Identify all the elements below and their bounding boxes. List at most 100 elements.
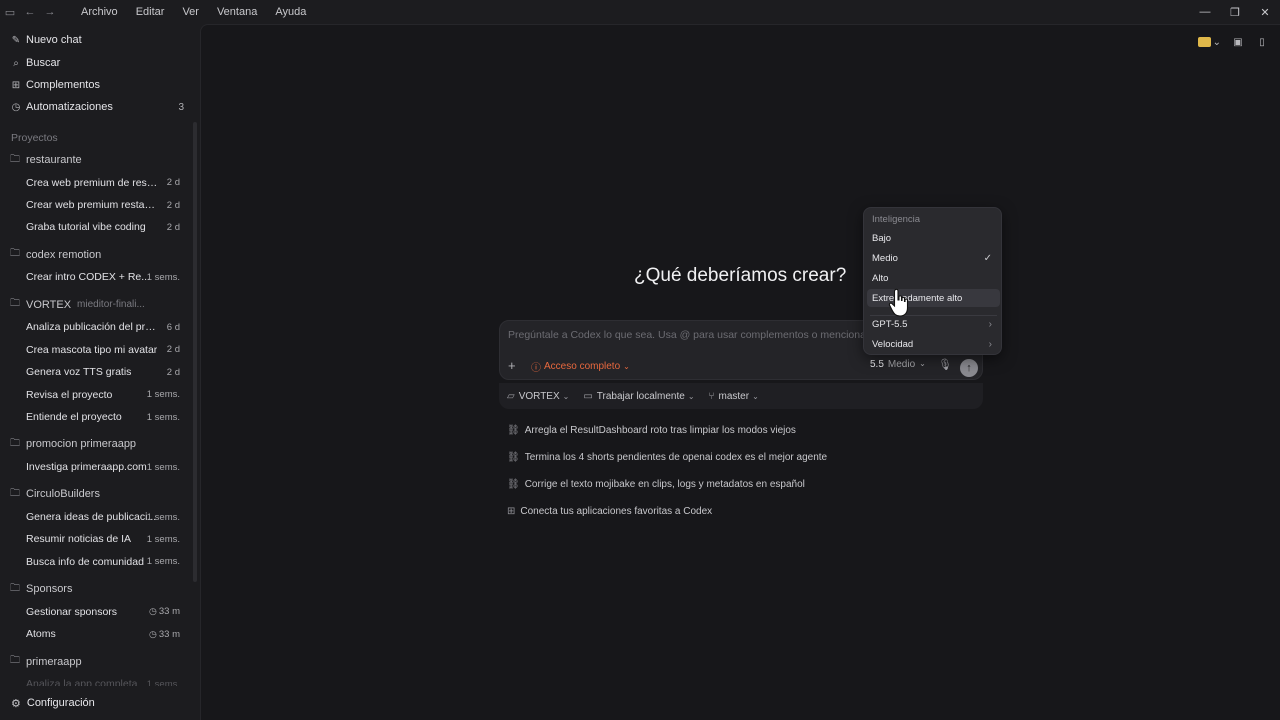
folder-icon: 🗀︎ bbox=[10, 655, 20, 667]
thread-age-text: 2 d bbox=[166, 199, 180, 211]
model-level: Medio bbox=[887, 359, 916, 370]
thread-age: 1 sems. bbox=[147, 272, 180, 283]
suggestion-item[interactable]: ⛓ Corrige el texto mojibake en clips, lo… bbox=[507, 479, 805, 490]
close-icon[interactable]: ✕ bbox=[1250, 0, 1280, 24]
access-mode-label: Acceso completo bbox=[544, 361, 621, 372]
title-bar: ▭ ← → Archivo Editar Ver Ventana Ayuda —… bbox=[0, 0, 1280, 24]
thread-age-text: 1 sems. bbox=[146, 271, 180, 283]
thread-item[interactable]: Crear web premium restaura... 2 d bbox=[0, 194, 192, 216]
back-arrow-icon[interactable]: ← bbox=[20, 0, 40, 24]
branch-selector[interactable]: ⑂ master ⌄ bbox=[709, 391, 759, 402]
thread-age-text: 1 sems. bbox=[146, 461, 180, 473]
project-folder[interactable]: 🗀︎ Sponsors bbox=[0, 578, 192, 600]
menu-editar[interactable]: Editar bbox=[127, 0, 174, 24]
thread-age: ◷ 33 m bbox=[149, 606, 180, 617]
sidebar-item-plugins[interactable]: ⊞ Complementos bbox=[0, 74, 192, 96]
suggestion-item[interactable]: ⛓ Arregla el ResultDashboard roto tras l… bbox=[507, 425, 796, 436]
chevron-down-icon: ⌄ bbox=[687, 391, 695, 401]
thread-item[interactable]: Busca info de comunidad 1 sems. bbox=[0, 551, 192, 573]
thread-item[interactable]: Genera ideas de publicaci... 1 sems. bbox=[0, 506, 192, 528]
thread-item[interactable]: Gestionar sponsors ◷ 33 m bbox=[0, 601, 192, 623]
dropdown-item-label: GPT-5.5 bbox=[872, 318, 908, 330]
project-folder[interactable]: 🗀︎ promocion primeraapp bbox=[0, 433, 192, 455]
sidebar-item-label: Automatizaciones bbox=[26, 101, 113, 113]
context-bar: ▱ VORTEX ⌄ ▭ Trabajar localmente ⌄ ⑂ mas… bbox=[499, 383, 983, 409]
thread-item[interactable]: Analiza publicación del proy... 6 d bbox=[0, 316, 192, 338]
dropdown-item-bajo[interactable]: Bajo bbox=[867, 229, 1000, 247]
thread-title: Genera voz TTS gratis bbox=[26, 366, 132, 379]
thread-item[interactable]: Resumir noticias de IA 1 sems. bbox=[0, 528, 192, 550]
sidebar-toggle-icon[interactable]: ▭ bbox=[0, 0, 20, 24]
sidebar-item-automations[interactable]: ◷ Automatizaciones 3 bbox=[0, 96, 192, 118]
menu-archivo[interactable]: Archivo bbox=[72, 0, 127, 24]
sidebar-item-label: Complementos bbox=[26, 79, 100, 91]
work-mode-selector[interactable]: ▭ Trabajar localmente ⌄ bbox=[583, 391, 694, 402]
thread-title: Graba tutorial vibe coding bbox=[26, 221, 146, 234]
menu-ayuda[interactable]: Ayuda bbox=[266, 0, 315, 24]
project-folder[interactable]: 🗀︎ restaurante bbox=[0, 149, 192, 171]
prompt-input[interactable]: Pregúntale a Codex lo que sea. Usa @ par… bbox=[508, 329, 893, 341]
thread-item[interactable]: Revisa el proyecto 1 sems. bbox=[0, 384, 192, 406]
thread-item[interactable]: Atoms ◷ 33 m bbox=[0, 623, 192, 645]
dropdown-submenu-model[interactable]: GPT-5.5 › bbox=[867, 315, 1000, 333]
minimize-icon[interactable]: — bbox=[1190, 0, 1220, 24]
terminal-button[interactable]: ▣ bbox=[1228, 33, 1248, 51]
menu-ventana[interactable]: Ventana bbox=[208, 0, 266, 24]
hand-cursor-icon bbox=[888, 288, 909, 317]
suggestion-label: Corrige el texto mojibake en clips, logs… bbox=[524, 479, 805, 490]
thread-title: Atoms bbox=[26, 628, 56, 641]
project-selector[interactable]: ▱ VORTEX ⌄ bbox=[507, 391, 569, 402]
thread-item[interactable]: Graba tutorial vibe coding 2 d bbox=[0, 216, 192, 238]
access-mode-selector[interactable]: ⓘ Acceso completo ⌄ bbox=[531, 359, 630, 374]
dropdown-item-medio[interactable]: Medio ✓ bbox=[867, 249, 1000, 267]
thread-item[interactable]: Crear intro CODEX + Re... 1 sems. bbox=[0, 266, 192, 288]
thread-item[interactable]: Crea web premium de resta... 2 d bbox=[0, 172, 192, 194]
open-folder-button[interactable]: ⌄ bbox=[1195, 33, 1224, 51]
new-chat-icon: ✎ bbox=[11, 34, 21, 46]
project-name: codex remotion bbox=[26, 248, 102, 261]
thread-item[interactable]: Genera voz TTS gratis 2 d bbox=[0, 361, 192, 383]
thread-item[interactable]: Entiende el proyecto 1 sems. bbox=[0, 406, 192, 428]
gear-icon: ⚙ bbox=[11, 697, 21, 710]
dropdown-item-label: Extremadamente alto bbox=[872, 292, 963, 304]
project-folder[interactable]: 🗀︎ codex remotion bbox=[0, 244, 192, 266]
plus-icon: + bbox=[508, 358, 516, 373]
microphone-button[interactable]: 🎙︎ bbox=[938, 358, 952, 371]
suggestion-item[interactable]: ⊞ Conecta tus aplicaciones favoritas a C… bbox=[507, 506, 712, 517]
thread-item[interactable]: Investiga primeraapp.com 1 sems. bbox=[0, 456, 192, 478]
thread-age: 1 sems. bbox=[147, 462, 180, 473]
dropdown-item-alto[interactable]: Alto bbox=[867, 269, 1000, 287]
dropdown-submenu-speed[interactable]: Velocidad › bbox=[867, 335, 1000, 353]
sidebar-item-new-chat[interactable]: ✎ Nuevo chat bbox=[0, 29, 192, 51]
forward-arrow-icon[interactable]: → bbox=[40, 0, 60, 24]
project-name: Sponsors bbox=[26, 583, 73, 596]
dropdown-item-extremadamente-alto[interactable]: Extremadamente alto bbox=[867, 289, 1000, 307]
project-folder[interactable]: 🗀︎ primeraapp bbox=[0, 651, 192, 673]
microphone-icon: 🎙︎ bbox=[938, 359, 952, 371]
projects-section-title: Proyectos bbox=[11, 132, 58, 144]
panel-toggle-button[interactable]: ▯ bbox=[1252, 33, 1272, 51]
thread-title: Revisa el proyecto bbox=[26, 388, 113, 401]
model-selector[interactable]: 5.5 Medio ⌄ bbox=[870, 359, 926, 370]
folder-icon: 🗀︎ bbox=[10, 248, 20, 260]
link-icon: ⛓ bbox=[507, 425, 520, 436]
project-folder[interactable]: 🗀︎ VORTEX mieditor-finali... bbox=[0, 294, 192, 316]
project-subtitle: mieditor-finali... bbox=[77, 299, 145, 311]
settings-button[interactable]: ⚙ Configuración bbox=[0, 686, 200, 720]
project-folder[interactable]: 🗀︎ CirculoBuilders bbox=[0, 483, 192, 505]
folder-icon bbox=[1197, 37, 1211, 47]
restore-icon[interactable]: ❐ bbox=[1220, 0, 1250, 24]
git-branch-icon: ⑂ bbox=[708, 390, 715, 402]
folder-icon: 🗀︎ bbox=[10, 298, 20, 310]
thread-title: Busca info de comunidad bbox=[26, 555, 144, 568]
menu-ver[interactable]: Ver bbox=[173, 0, 208, 24]
thread-age-text: 2 d bbox=[166, 366, 180, 378]
thread-item[interactable]: Crea mascota tipo mi avatar 2 d bbox=[0, 339, 192, 361]
add-attachment-button[interactable]: + bbox=[508, 358, 516, 373]
suggestion-item[interactable]: ⛓ Termina los 4 shorts pendientes de ope… bbox=[507, 452, 827, 463]
window-controls: — ❐ ✕ bbox=[1190, 0, 1280, 24]
dropdown-item-label: Velocidad bbox=[872, 338, 914, 350]
send-button[interactable]: ↑ bbox=[960, 359, 978, 377]
sidebar-item-search[interactable]: ⌕ Buscar bbox=[0, 52, 192, 74]
sidebar-scrollbar[interactable] bbox=[193, 122, 197, 582]
